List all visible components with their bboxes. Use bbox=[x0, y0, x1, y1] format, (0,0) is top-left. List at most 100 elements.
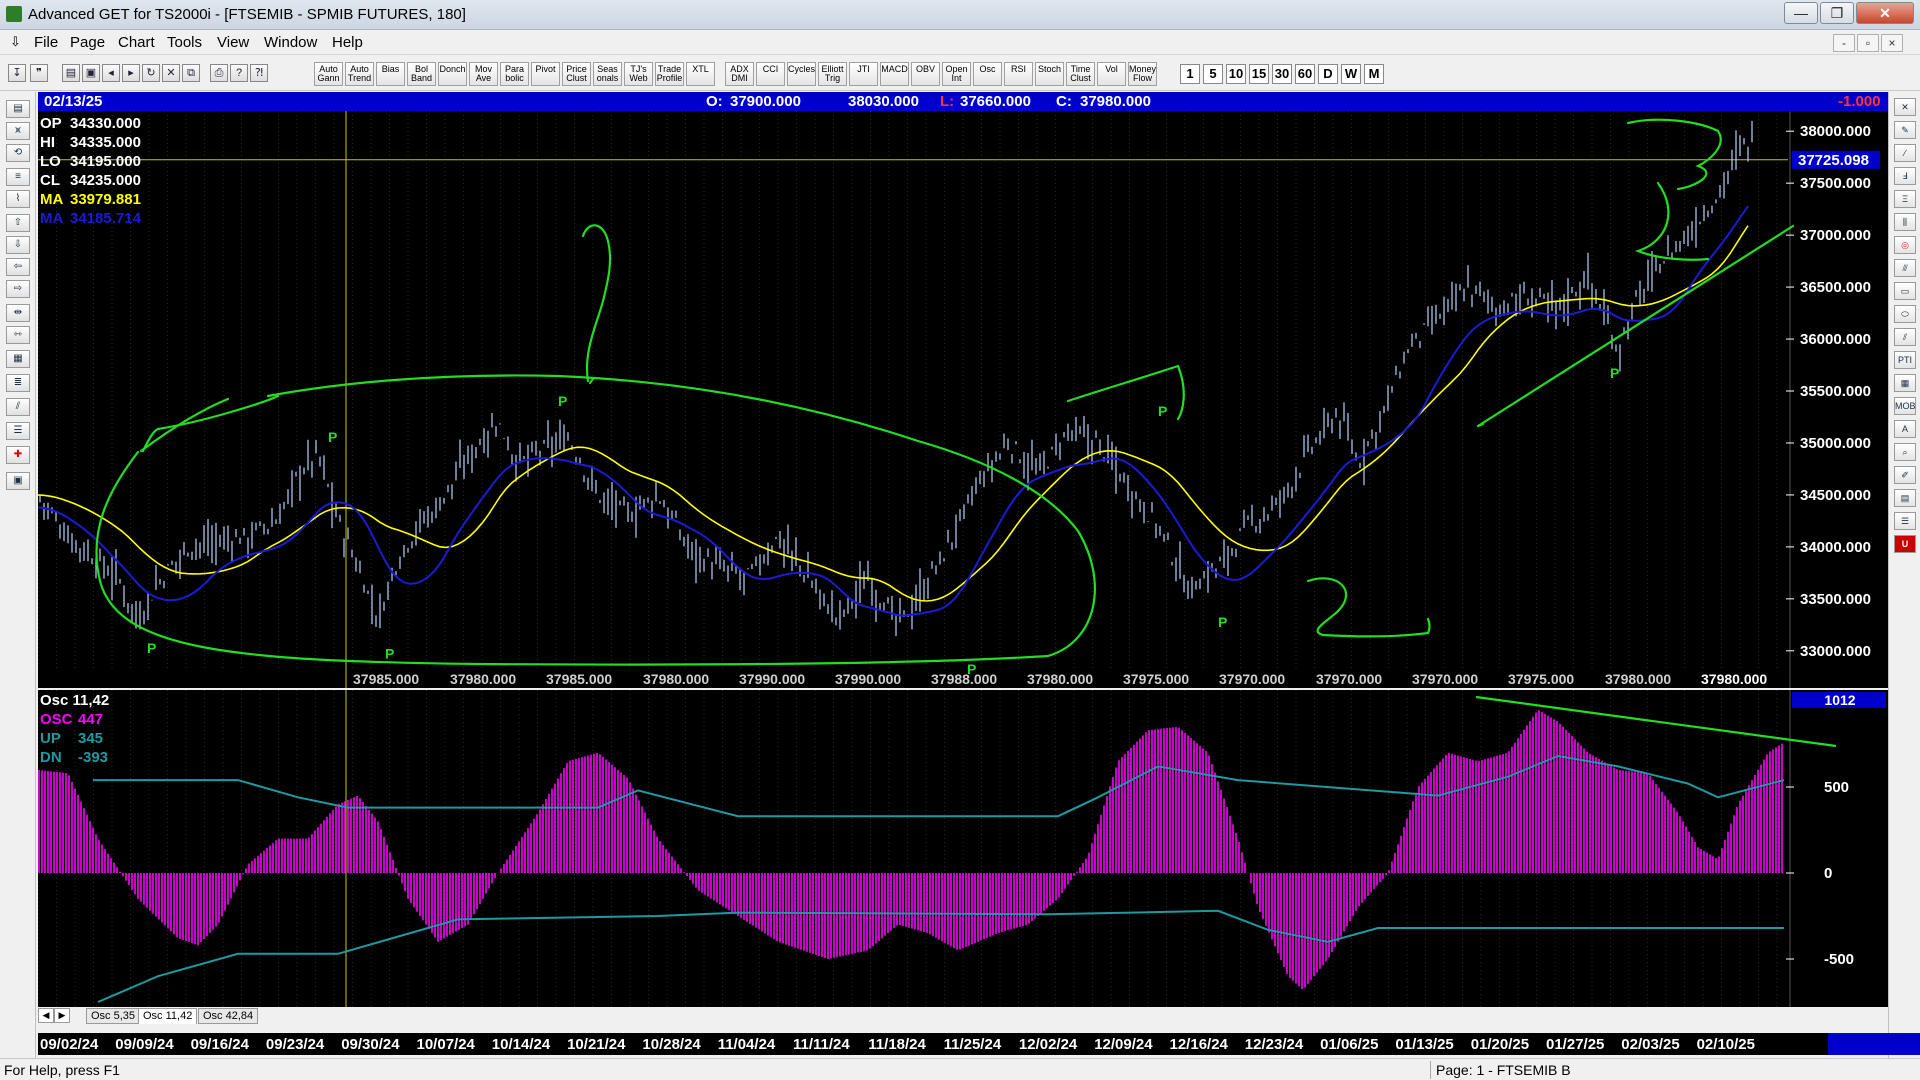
menu-help[interactable]: Help bbox=[332, 34, 363, 51]
tab-osc-5-35[interactable]: Osc 5,35 bbox=[86, 1008, 141, 1024]
menu-window[interactable]: Window bbox=[264, 34, 317, 51]
rectangle-icon[interactable]: ▭ bbox=[1894, 282, 1916, 300]
ellipse-tool-icon[interactable]: ⬭ bbox=[1894, 305, 1916, 323]
pencil-icon[interactable]: ✎ bbox=[1894, 121, 1916, 139]
arrow-right-icon[interactable]: ⇨ bbox=[6, 280, 30, 298]
expand-icon[interactable]: ⇹ bbox=[6, 304, 30, 322]
timeframe-button-m[interactable]: M bbox=[1364, 64, 1384, 84]
forward-icon[interactable]: ▸ bbox=[122, 64, 140, 82]
gann-fan-icon[interactable]: ⫽ bbox=[6, 398, 30, 416]
hand-drawn-annotation[interactable] bbox=[588, 377, 595, 385]
whats-this-icon[interactable]: ⁈ bbox=[250, 64, 268, 82]
drawing-annotations[interactable] bbox=[95, 118, 1795, 666]
channel-icon[interactable]: ⫽ bbox=[1894, 328, 1916, 346]
timeframe-button-30[interactable]: 30 bbox=[1272, 64, 1292, 84]
study-button-auto-gann[interactable]: Auto Gann bbox=[314, 62, 343, 86]
pin-icon[interactable]: ↧ bbox=[8, 64, 26, 82]
menu-file[interactable]: File bbox=[34, 34, 58, 51]
study-button-jti[interactable]: JTI bbox=[849, 62, 878, 86]
study-button-money-flow[interactable]: Money Flow bbox=[1128, 62, 1157, 86]
back-icon[interactable]: ◂ bbox=[102, 64, 120, 82]
study-button-seas-onals[interactable]: Seas onals bbox=[593, 62, 622, 86]
hand-drawn-annotation[interactable] bbox=[1306, 577, 1431, 638]
study-button-stoch[interactable]: Stoch bbox=[1035, 62, 1064, 86]
study-button-bol-band[interactable]: Bol Band bbox=[407, 62, 436, 86]
hand-drawn-annotation[interactable] bbox=[1626, 118, 1722, 191]
quote-icon[interactable]: ❞ bbox=[30, 64, 48, 82]
mdi-restore-button[interactable]: ▫ bbox=[1857, 34, 1879, 52]
close-button[interactable]: ✕ bbox=[1856, 2, 1914, 24]
study-button-bias[interactable]: Bias bbox=[376, 62, 405, 86]
text-tool-icon[interactable]: A bbox=[1894, 420, 1916, 438]
grid-icon[interactable]: ▦ bbox=[6, 350, 30, 368]
study-button-mov-ave[interactable]: Mov Ave bbox=[469, 62, 498, 86]
mdi-minimize-button[interactable]: - bbox=[1833, 34, 1855, 52]
reset-icon[interactable]: ⟲ bbox=[6, 144, 30, 162]
print-icon[interactable]: ⎙ bbox=[210, 64, 228, 82]
gann-lines-icon[interactable]: ⫻ bbox=[1894, 259, 1916, 277]
tab-next-button[interactable]: ▶ bbox=[54, 1008, 70, 1023]
timeframe-button-10[interactable]: 10 bbox=[1226, 64, 1246, 84]
timeframe-button-5[interactable]: 5 bbox=[1203, 64, 1223, 84]
arrow-down-icon[interactable]: ⇩ bbox=[6, 236, 30, 254]
paint-icon[interactable]: ✐ bbox=[1894, 466, 1916, 484]
mdi-close-button[interactable]: × bbox=[1881, 34, 1903, 52]
fib-retracement-icon[interactable]: Ⅎ bbox=[1894, 167, 1916, 185]
compress-icon[interactable]: ⇿ bbox=[6, 326, 30, 344]
tab-osc-42-84[interactable]: Osc 42,84 bbox=[198, 1008, 259, 1024]
study-button-tj-s-web[interactable]: TJ's Web bbox=[624, 62, 653, 86]
close-x-icon[interactable]: ✕ bbox=[1894, 98, 1916, 116]
study-button-adx-dmi[interactable]: ADX DMI bbox=[725, 62, 754, 86]
fib-extension-icon[interactable]: Ξ bbox=[1894, 190, 1916, 208]
price-chart[interactable]: 38000.000 37500.000 37000.000 36500.000 3600… bbox=[37, 111, 1888, 688]
timeframe-button-15[interactable]: 15 bbox=[1249, 64, 1269, 84]
minimize-button[interactable]: — bbox=[1784, 2, 1818, 24]
help-icon[interactable]: ? bbox=[230, 64, 248, 82]
study-icon[interactable]: ≡ bbox=[6, 168, 30, 186]
study-button-donch[interactable]: Donch bbox=[438, 62, 467, 86]
crosshair-icon[interactable]: ✚ bbox=[6, 446, 30, 464]
maximize-button[interactable]: ❐ bbox=[1820, 2, 1854, 24]
study-button-xtl[interactable]: XTL bbox=[686, 62, 715, 86]
study-button-auto-trend[interactable]: Auto Trend bbox=[345, 62, 374, 86]
tab-prev-button[interactable]: ◀ bbox=[38, 1008, 54, 1023]
folder-icon[interactable]: ▤ bbox=[6, 100, 30, 118]
study-button-elliott-trig[interactable]: Elliott Trig bbox=[818, 62, 847, 86]
timeframe-button-w[interactable]: W bbox=[1341, 64, 1361, 84]
oscillator-chart[interactable]: 1012 500 0 -500 bbox=[37, 690, 1888, 1007]
study-button-cycles[interactable]: Cycles bbox=[787, 62, 816, 86]
study-button-obv[interactable]: OBV bbox=[911, 62, 940, 86]
line-tool-icon[interactable]: ∕ bbox=[1894, 144, 1916, 162]
hand-drawn-annotation[interactable] bbox=[1476, 224, 1795, 428]
zoom-icon[interactable]: ⌕ bbox=[1894, 443, 1916, 461]
cancel-icon[interactable]: ✕ bbox=[162, 64, 180, 82]
hand-drawn-annotation[interactable] bbox=[581, 224, 612, 383]
study-button-rsi[interactable]: RSI bbox=[1004, 62, 1033, 86]
study-button-price-clust[interactable]: Price Clust bbox=[562, 62, 591, 86]
save-chart-icon[interactable]: ▣ bbox=[6, 472, 30, 490]
tab-osc-11-42[interactable]: Osc 11,42 bbox=[138, 1008, 198, 1024]
study-button-vol[interactable]: Vol bbox=[1097, 62, 1126, 86]
open-icon[interactable]: ▤ bbox=[62, 64, 80, 82]
timeframe-button-60[interactable]: 60 bbox=[1295, 64, 1315, 84]
list-icon[interactable]: ☰ bbox=[1894, 512, 1916, 530]
calc-icon[interactable]: ▤ bbox=[1894, 489, 1916, 507]
grid-tool-icon[interactable]: ▦ bbox=[1894, 374, 1916, 392]
price-chart-panel[interactable]: 38000.000 37500.000 37000.000 36500.000 3600… bbox=[37, 111, 1888, 688]
mob-icon[interactable]: MOB bbox=[1894, 397, 1916, 415]
menu-chart[interactable]: Chart bbox=[118, 34, 155, 51]
oscillator-panel[interactable]: 1012 500 0 -500 Osc 11,42 OSC 447 UP 345 DN… bbox=[37, 690, 1888, 1007]
hand-drawn-annotation[interactable] bbox=[141, 394, 280, 453]
study-button-trade-profile[interactable]: Trade Profile bbox=[655, 62, 684, 86]
ellipse-icon[interactable]: ◎ bbox=[1894, 236, 1916, 254]
copy-icon[interactable]: ⧉ bbox=[182, 64, 200, 82]
study-button-cci[interactable]: CCI bbox=[756, 62, 785, 86]
timeframe-button-1[interactable]: 1 bbox=[1180, 64, 1200, 84]
refresh-icon[interactable]: ↻ bbox=[142, 64, 160, 82]
menu-tools[interactable]: Tools bbox=[167, 34, 202, 51]
magnet-icon[interactable]: U bbox=[1894, 535, 1916, 553]
elliott-icon[interactable]: ⌇ bbox=[6, 190, 30, 208]
timeframe-button-d[interactable]: D bbox=[1318, 64, 1338, 84]
study-button-macd[interactable]: MACD bbox=[880, 62, 909, 86]
hand-drawn-annotation[interactable] bbox=[1634, 181, 1710, 261]
